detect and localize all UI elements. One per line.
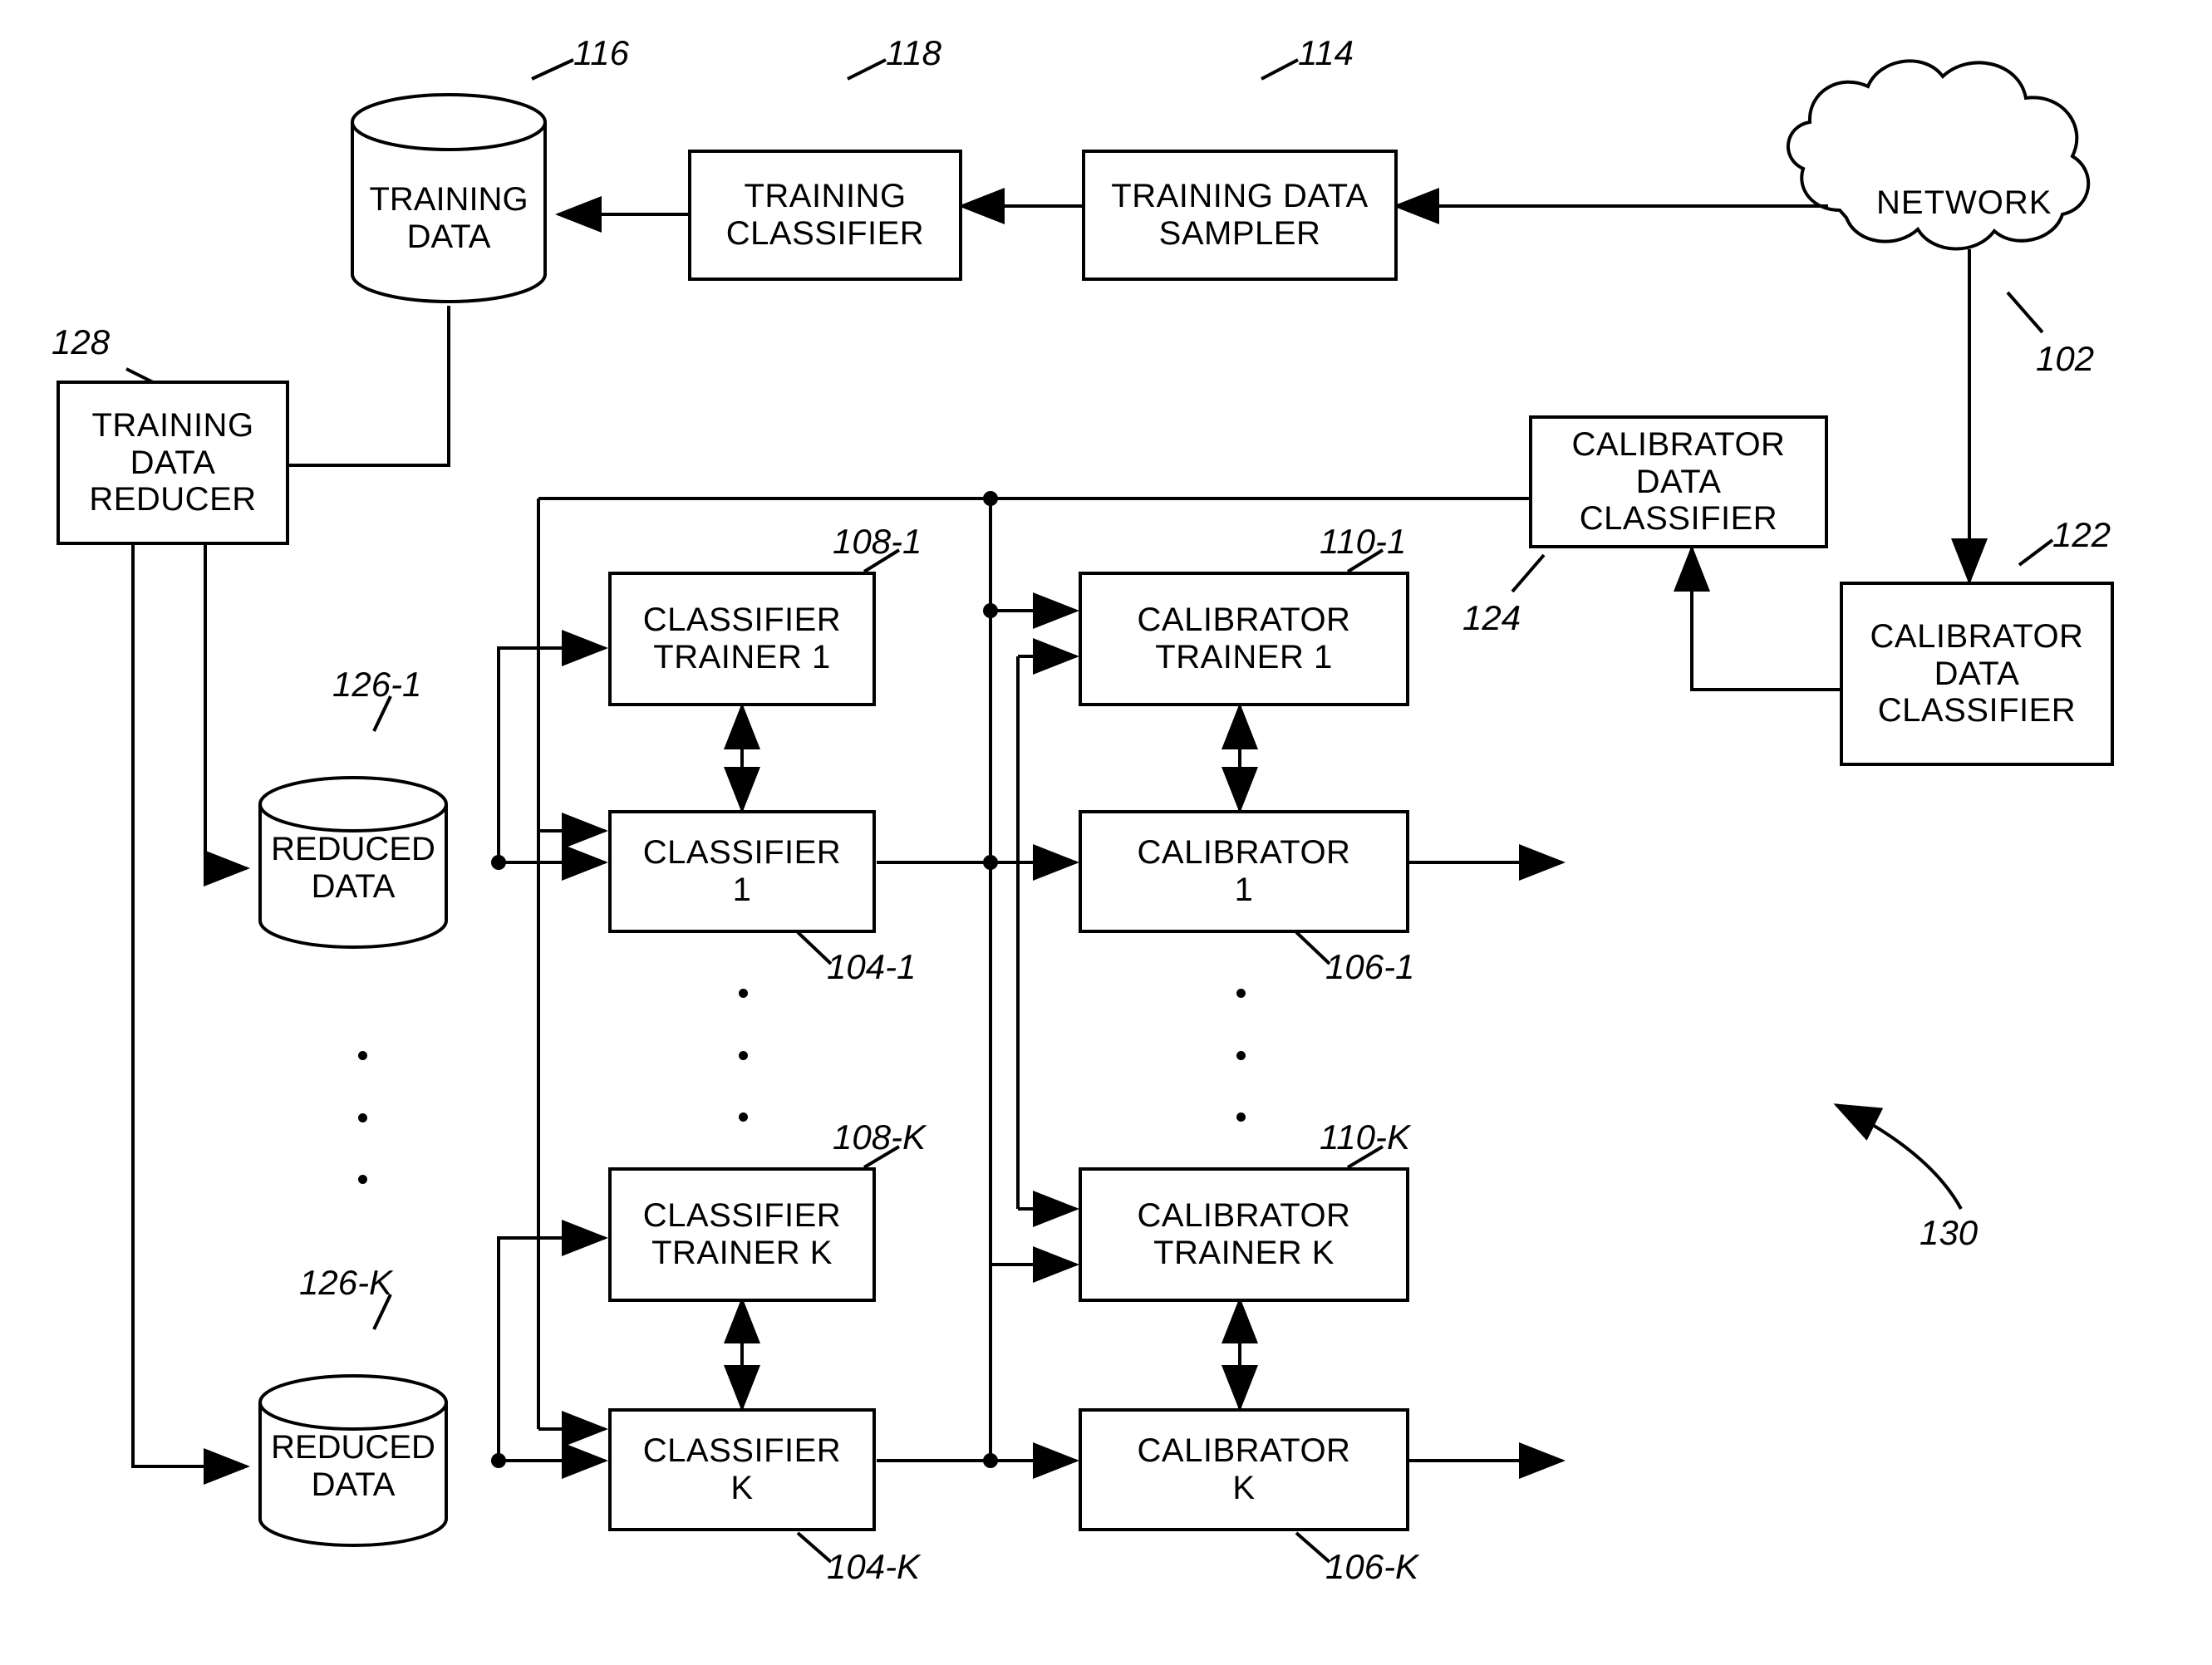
calibrator-data-classifier-right-box[interactable]: CALIBRATOR DATA CLASSIFIER — [1840, 582, 2114, 766]
cdc-top-line1: CALIBRATOR — [1571, 425, 1786, 463]
calibrator-1-box[interactable]: CALIBRATOR 1 — [1079, 810, 1409, 933]
calibrator-k-box[interactable]: CALIBRATOR K — [1079, 1408, 1409, 1531]
ref-128: 128 — [52, 322, 111, 361]
ref-102: 102 — [2036, 339, 2095, 378]
cdc-top-line2: DATA — [1635, 463, 1722, 500]
reduced-data-ellipsis — [357, 1051, 367, 1184]
network-label: NETWORK — [1876, 184, 2052, 222]
calibrator-trainer-1-box[interactable]: CALIBRATOR TRAINER 1 — [1079, 572, 1409, 706]
calibrator-data-classifier-top-box[interactable]: CALIBRATOR DATA CLASSIFIER — [1529, 415, 1828, 548]
classifier-k-line1: CLASSIFIER — [642, 1432, 842, 1470]
reduced-data-k-label: REDUCED DATA — [241, 1429, 465, 1504]
training-classifier-box[interactable]: TRAINING CLASSIFIER — [688, 150, 962, 281]
ref-108-1: 108-1 — [833, 522, 922, 561]
ref-106-K: 106-K — [1325, 1547, 1419, 1586]
classifier-1-line1: CLASSIFIER — [642, 834, 842, 872]
reduced-data-1-line2: DATA — [311, 867, 396, 905]
classifier-trainer-1-line2: TRAINER 1 — [653, 639, 831, 675]
training-classifier-line1: TRAINING — [744, 178, 907, 215]
calibrator-1-line2: 1 — [1234, 872, 1254, 908]
classifier-trainer-1-line1: CLASSIFIER — [642, 602, 842, 639]
calibrator-k-line1: CALIBRATOR — [1137, 1432, 1351, 1470]
calibrator-k-line2: K — [1232, 1470, 1256, 1506]
training-data-sampler-line2: SAMPLER — [1158, 215, 1321, 252]
ref-122: 122 — [2052, 515, 2111, 554]
classifier-trainer-1-box[interactable]: CLASSIFIER TRAINER 1 — [608, 572, 876, 706]
calibrator-trainer-k-line2: TRAINER K — [1153, 1235, 1335, 1271]
ref-116: 116 — [573, 33, 629, 72]
training-data-line1: TRAINING — [369, 181, 528, 218]
training-data-reducer-line2: DATA — [130, 444, 216, 481]
classifier-k-box[interactable]: CLASSIFIER K — [608, 1408, 876, 1531]
classifier-k-line2: K — [730, 1470, 754, 1506]
training-data-reducer-box[interactable]: TRAINING DATA REDUCER — [57, 381, 289, 545]
ref-130: 130 — [1920, 1213, 1979, 1252]
reduced-data-1-label: REDUCED DATA — [241, 831, 465, 906]
ref-104-1: 104-1 — [827, 947, 917, 986]
training-data-sampler-box[interactable]: TRAINING DATA SAMPLER — [1082, 150, 1398, 281]
ref-106-1: 106-1 — [1325, 947, 1415, 986]
cdc-right-line2: DATA — [1934, 655, 2020, 692]
ref-104-K: 104-K — [827, 1547, 921, 1586]
classifier-trainer-k-box[interactable]: CLASSIFIER TRAINER K — [608, 1167, 876, 1302]
ref-124: 124 — [1462, 598, 1521, 637]
ref-108-K: 108-K — [833, 1117, 927, 1157]
classifier-1-line2: 1 — [732, 872, 752, 908]
classifier-trainer-k-line2: TRAINER K — [651, 1235, 833, 1271]
training-data-store-label: TRAINING DATA — [332, 181, 565, 256]
reduced-data-k-line2: DATA — [311, 1466, 396, 1503]
classifier-trainer-k-line1: CLASSIFIER — [642, 1197, 842, 1235]
reduced-data-k-line1: REDUCED — [271, 1429, 435, 1466]
calibrator-column-ellipsis — [1236, 989, 1246, 1122]
training-classifier-line2: CLASSIFIER — [725, 215, 925, 252]
classifier-1-box[interactable]: CLASSIFIER 1 — [608, 810, 876, 933]
calibrator-trainer-1-line2: TRAINER 1 — [1155, 639, 1333, 675]
ref-110-1: 110-1 — [1320, 522, 1407, 561]
training-data-sampler-line1: TRAINING DATA — [1111, 178, 1369, 215]
cdc-top-line3: CLASSIFIER — [1579, 500, 1778, 538]
classifier-column-ellipsis — [738, 989, 748, 1122]
figure-canvas: TRAINING DATA REDUCED DATA REDUCED DATA … — [0, 0, 2212, 1665]
ref-118: 118 — [886, 33, 941, 72]
network-text: NETWORK — [1876, 184, 2052, 221]
reduced-data-1-line1: REDUCED — [271, 831, 435, 867]
ref-126-1: 126-1 — [332, 665, 422, 704]
training-data-reducer-line1: TRAINING — [91, 406, 254, 444]
calibrator-trainer-k-line1: CALIBRATOR — [1137, 1197, 1351, 1235]
ref-110-K: 110-K — [1320, 1117, 1410, 1157]
cdc-right-line3: CLASSIFIER — [1877, 692, 2077, 729]
ref-114: 114 — [1298, 33, 1354, 72]
training-data-reducer-line3: REDUCER — [89, 481, 257, 518]
calibrator-trainer-k-box[interactable]: CALIBRATOR TRAINER K — [1079, 1167, 1409, 1302]
ref-126-K: 126-K — [299, 1263, 393, 1302]
cdc-right-line1: CALIBRATOR — [1870, 617, 2084, 655]
training-data-line2: DATA — [406, 218, 491, 255]
calibrator-trainer-1-line1: CALIBRATOR — [1137, 602, 1351, 639]
calibrator-1-line1: CALIBRATOR — [1137, 834, 1351, 872]
